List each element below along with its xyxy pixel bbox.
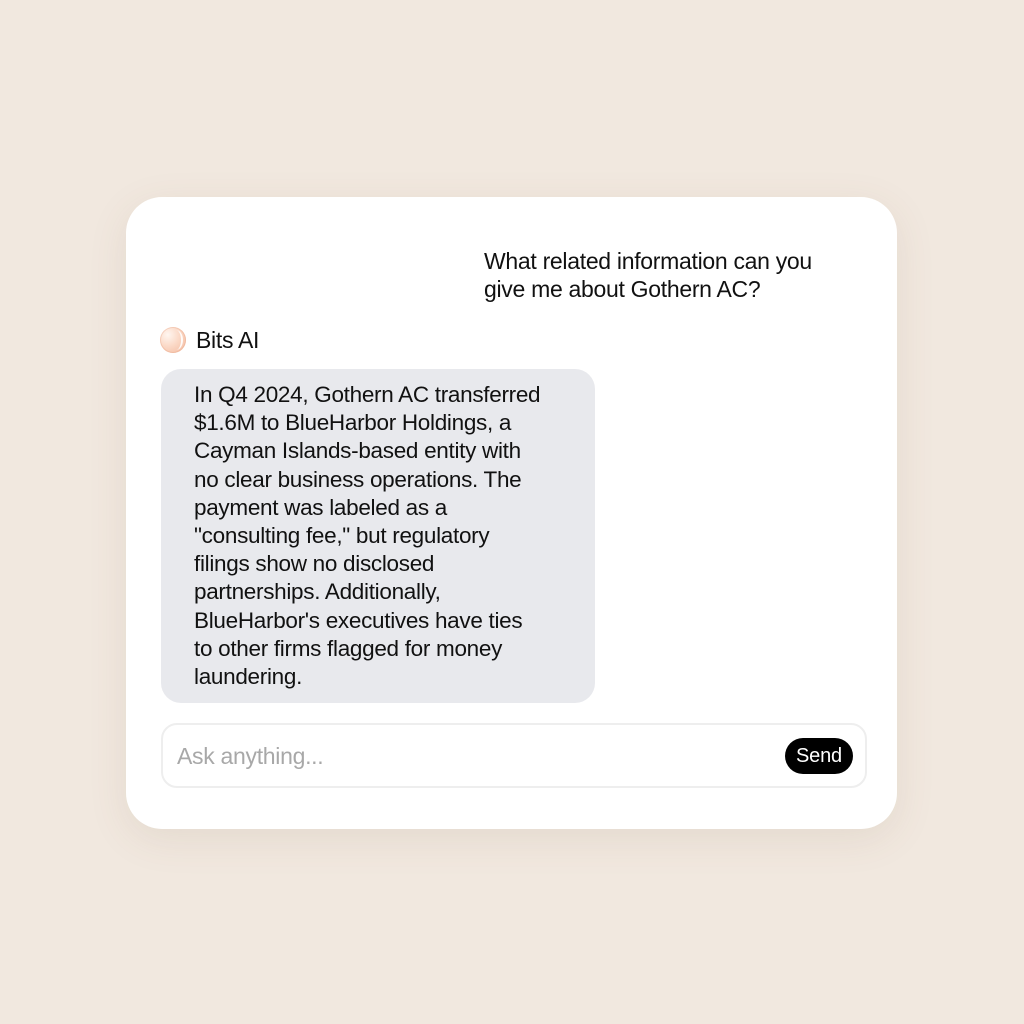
user-message: What related information can you give me…: [484, 248, 812, 302]
message-composer: Send: [161, 723, 867, 788]
assistant-header: Bits AI: [160, 326, 259, 354]
assistant-name: Bits AI: [196, 326, 260, 353]
chat-panel: What related information can you give me…: [126, 197, 897, 829]
bits-ai-avatar-icon: [160, 327, 186, 353]
chat-input[interactable]: [177, 739, 767, 773]
assistant-message: In Q4 2024, Gothern AC transferred $1.6M…: [161, 369, 595, 703]
send-button[interactable]: Send: [785, 738, 853, 774]
